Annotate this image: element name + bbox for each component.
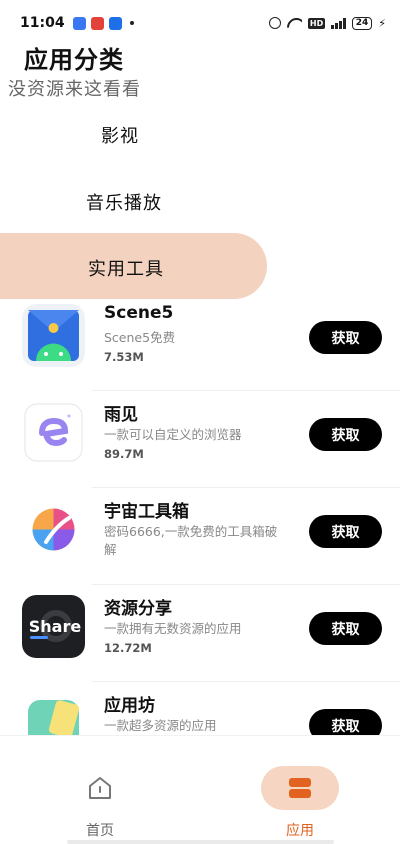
app-name: 资源分享 xyxy=(104,599,172,619)
app-description: 一款超多资源的应用 xyxy=(104,718,217,733)
app-name: 应用坊 xyxy=(104,696,155,716)
svg-text:Share: Share xyxy=(29,617,82,636)
divider xyxy=(92,390,400,391)
alipay-notification-icon xyxy=(108,16,122,30)
list-item[interactable]: 应用坊 一款超多资源的应用 获取 xyxy=(0,688,400,735)
nav-apps[interactable]: 应用 xyxy=(260,766,340,840)
app-list[interactable]: Scene5 Scene5免费 7.53M 获取 雨见 一款可以自定义的浏览器 … xyxy=(0,300,400,735)
app-name: 雨见 xyxy=(104,405,138,425)
scene5-icon xyxy=(22,304,85,367)
category-utilities[interactable]: 实用工具 xyxy=(88,255,164,281)
list-item[interactable]: 宇宙工具箱 密码6666,一款免费的工具箱破解 获取 xyxy=(0,494,400,591)
notification-icons xyxy=(72,16,134,30)
nav-home[interactable]: 首页 xyxy=(60,766,140,840)
hd-badge: HD xyxy=(307,17,326,29)
page-title: 应用分类 xyxy=(24,46,124,74)
app-workshop-icon xyxy=(22,692,85,735)
charging-bolt-icon: ⚡ xyxy=(378,16,386,30)
get-button[interactable]: 获取 xyxy=(309,612,382,645)
app-description: 一款拥有无数资源的应用 xyxy=(104,621,242,636)
nav-apps-label: 应用 xyxy=(286,823,314,839)
divider xyxy=(92,681,400,682)
gesture-bar xyxy=(67,840,334,844)
red-app-notification-icon xyxy=(90,16,104,30)
battery-icon: 24 xyxy=(351,16,373,30)
alarm-icon xyxy=(268,17,281,29)
app-description: 密码6666,一款免费的工具箱破解 xyxy=(104,524,278,557)
app-description: Scene5免费 xyxy=(104,330,176,345)
home-icon xyxy=(61,766,139,810)
share-icon: Share xyxy=(22,595,85,658)
app-size: 7.53M xyxy=(104,350,144,364)
get-button[interactable]: 获取 xyxy=(309,321,382,354)
app-size: 12.72M xyxy=(104,641,152,655)
app-name: 宇宙工具箱 xyxy=(104,502,189,522)
page-subtitle: 没资源来这看看 xyxy=(8,79,141,100)
list-item[interactable]: 雨见 一款可以自定义的浏览器 89.7M 获取 xyxy=(0,397,400,494)
category-film[interactable]: 影视 xyxy=(101,122,139,148)
bottom-nav: 首页 应用 xyxy=(0,735,400,844)
get-button[interactable]: 获取 xyxy=(309,418,382,451)
list-item[interactable]: Scene5 Scene5免费 7.53M 获取 xyxy=(0,300,400,397)
status-right: HD 24 ⚡ xyxy=(268,16,386,30)
universe-toolbox-icon xyxy=(22,498,85,561)
app-name: Scene5 xyxy=(104,303,174,323)
nav-home-label: 首页 xyxy=(86,823,114,839)
more-notifications-dot-icon xyxy=(129,21,134,25)
list-item[interactable]: Share 资源分享 一款拥有无数资源的应用 12.72M 获取 xyxy=(0,591,400,688)
get-button[interactable]: 获取 xyxy=(309,709,382,735)
app-description: 一款可以自定义的浏览器 xyxy=(104,427,242,442)
yujian-browser-icon xyxy=(22,401,85,464)
app-notification-icon xyxy=(72,16,86,30)
apps-stack-icon xyxy=(261,766,339,810)
status-time: 11:04 xyxy=(20,15,65,31)
category-music-player[interactable]: 音乐播放 xyxy=(86,189,162,215)
wifi-icon xyxy=(287,18,302,29)
signal-icon xyxy=(331,17,346,29)
divider xyxy=(92,487,400,488)
get-button[interactable]: 获取 xyxy=(309,515,382,548)
app-size: 89.7M xyxy=(104,447,144,461)
divider xyxy=(92,584,400,585)
